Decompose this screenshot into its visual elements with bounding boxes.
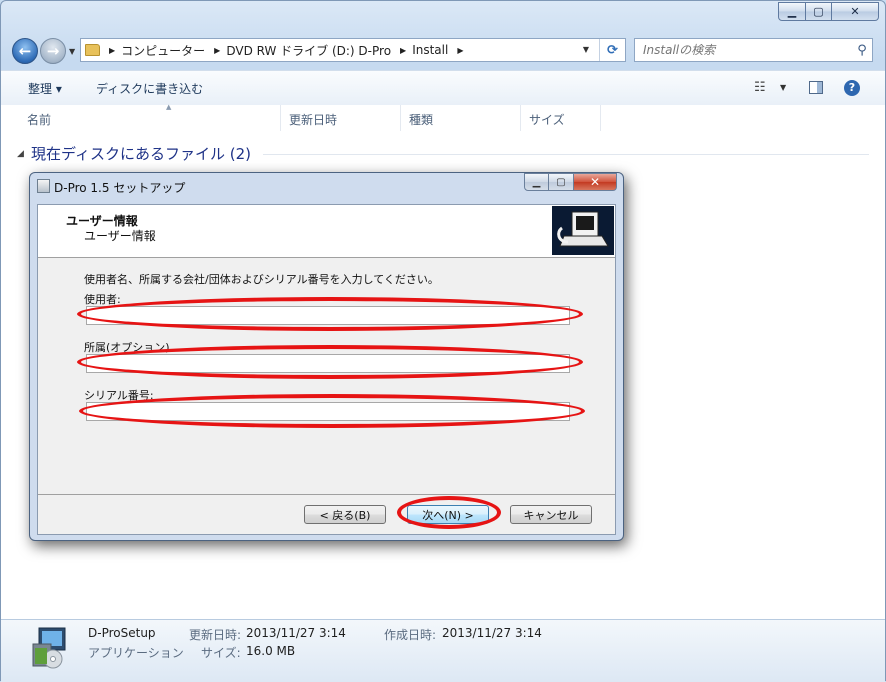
column-header-date[interactable]: 更新日時 [281,105,401,131]
address-dropdown-icon[interactable]: ▼ [583,45,589,54]
group-divider [263,154,869,155]
breadcrumb-separator-icon[interactable]: ▶ [457,46,463,55]
organization-label: 所属(オプション) [84,341,170,354]
organization-input[interactable] [86,354,570,373]
details-pane: D-ProSetup アプリケーション 更新日時: 2013/11/27 3:1… [1,619,885,682]
address-bar[interactable]: ▶ コンピューター ▶ DVD RW ドライブ (D:) D-Pro ▶ Ins… [80,38,626,62]
header-subtitle: ユーザー情報 [84,229,156,243]
search-icon[interactable]: ⚲ [852,43,872,58]
size-value: 16.0 MB [246,644,296,658]
maximize-button[interactable]: ▢ [806,2,832,21]
setup-dialog-icon [37,179,50,193]
folder-icon [85,44,100,56]
command-bar: 整理 ▾ ディスクに書き込む ☷ ▼ ? [1,70,885,106]
cancel-button[interactable]: キャンセル [510,505,592,524]
refresh-button[interactable]: ⟳ [599,39,625,61]
dialog-minimize-button[interactable]: ▁ [524,173,549,191]
back-arrow-icon: ← [18,42,32,60]
group-header[interactable]: 現在ディスクにあるファイル (2) [31,143,251,164]
close-button[interactable]: ✕ [832,2,879,21]
dialog-caption-buttons: ▁ ▢ ✕ [524,173,617,191]
dialog-title: D-Pro 1.5 セットアップ [54,181,186,195]
size-label: サイズ: [201,646,241,660]
window-caption-buttons: ▁ ▢ ✕ [778,2,879,21]
search-box[interactable]: ⚲ [634,38,873,62]
forward-button[interactable]: → [40,38,66,64]
view-dropdown-icon[interactable]: ▼ [780,83,786,92]
help-icon[interactable]: ? [844,80,860,96]
user-name-input[interactable] [86,306,570,325]
breadcrumb-separator-icon[interactable]: ▶ [214,46,220,55]
dialog-close-button[interactable]: ✕ [574,173,617,191]
collapse-group-icon[interactable]: ◢ [17,149,24,159]
modified-label: 更新日時: [189,628,242,642]
modified-value: 2013/11/27 3:14 [246,626,346,640]
breadcrumb-separator-icon[interactable]: ▶ [109,46,115,55]
history-dropdown-icon[interactable]: ▼ [69,47,75,56]
created-value: 2013/11/27 3:14 [442,626,542,640]
instruction-text: 使用者名、所属する会社/団体およびシリアル番号を入力してください。 [84,273,439,286]
dialog-maximize-button[interactable]: ▢ [549,173,574,191]
view-options-icon[interactable]: ☷ [754,80,766,95]
back-button-dialog[interactable]: < 戻る(B) [304,505,386,524]
column-header-size[interactable]: サイズ [521,105,601,131]
next-button[interactable]: 次へ(N) > [407,505,489,524]
preview-pane-icon[interactable] [809,81,823,94]
serial-number-input[interactable] [86,402,570,421]
organize-menu[interactable]: 整理 ▾ [28,80,62,97]
serial-number-label: シリアル番号: [84,389,154,402]
refresh-icon: ⟳ [607,42,618,58]
breadcrumb-install[interactable]: Install [412,43,448,57]
selected-file-type: アプリケーション [88,646,184,660]
dialog-body: ユーザー情報 ユーザー情報 使用者名、所属する会社/団体およびシリアル番号を入力… [37,204,616,535]
breadcrumb-computer[interactable]: コンピューター [121,42,205,59]
breadcrumb-separator-icon[interactable]: ▶ [400,46,406,55]
back-button[interactable]: ← [12,38,38,64]
selected-file-name: D-ProSetup [88,626,156,640]
column-header-name[interactable]: 名前 ▲ [19,103,281,131]
installer-computer-icon [552,206,614,255]
burn-to-disc-button[interactable]: ディスクに書き込む [96,80,203,97]
user-name-label: 使用者: [84,293,121,306]
column-header-type[interactable]: 種類 [401,105,521,131]
forward-arrow-icon: → [46,42,60,60]
setup-dialog: D-Pro 1.5 セットアップ ▁ ▢ ✕ ユーザー情報 ユーザー情報 使用者… [29,172,624,541]
minimize-button[interactable]: ▁ [778,2,806,21]
created-label: 作成日時: [384,628,437,642]
button-separator [38,494,615,495]
search-input[interactable] [635,39,852,61]
setup-application-icon [32,627,66,669]
sort-ascending-icon: ▲ [166,103,172,111]
breadcrumb-dvd-drive[interactable]: DVD RW ドライブ (D:) D-Pro [226,42,391,59]
dialog-header: ユーザー情報 ユーザー情報 [38,205,615,258]
